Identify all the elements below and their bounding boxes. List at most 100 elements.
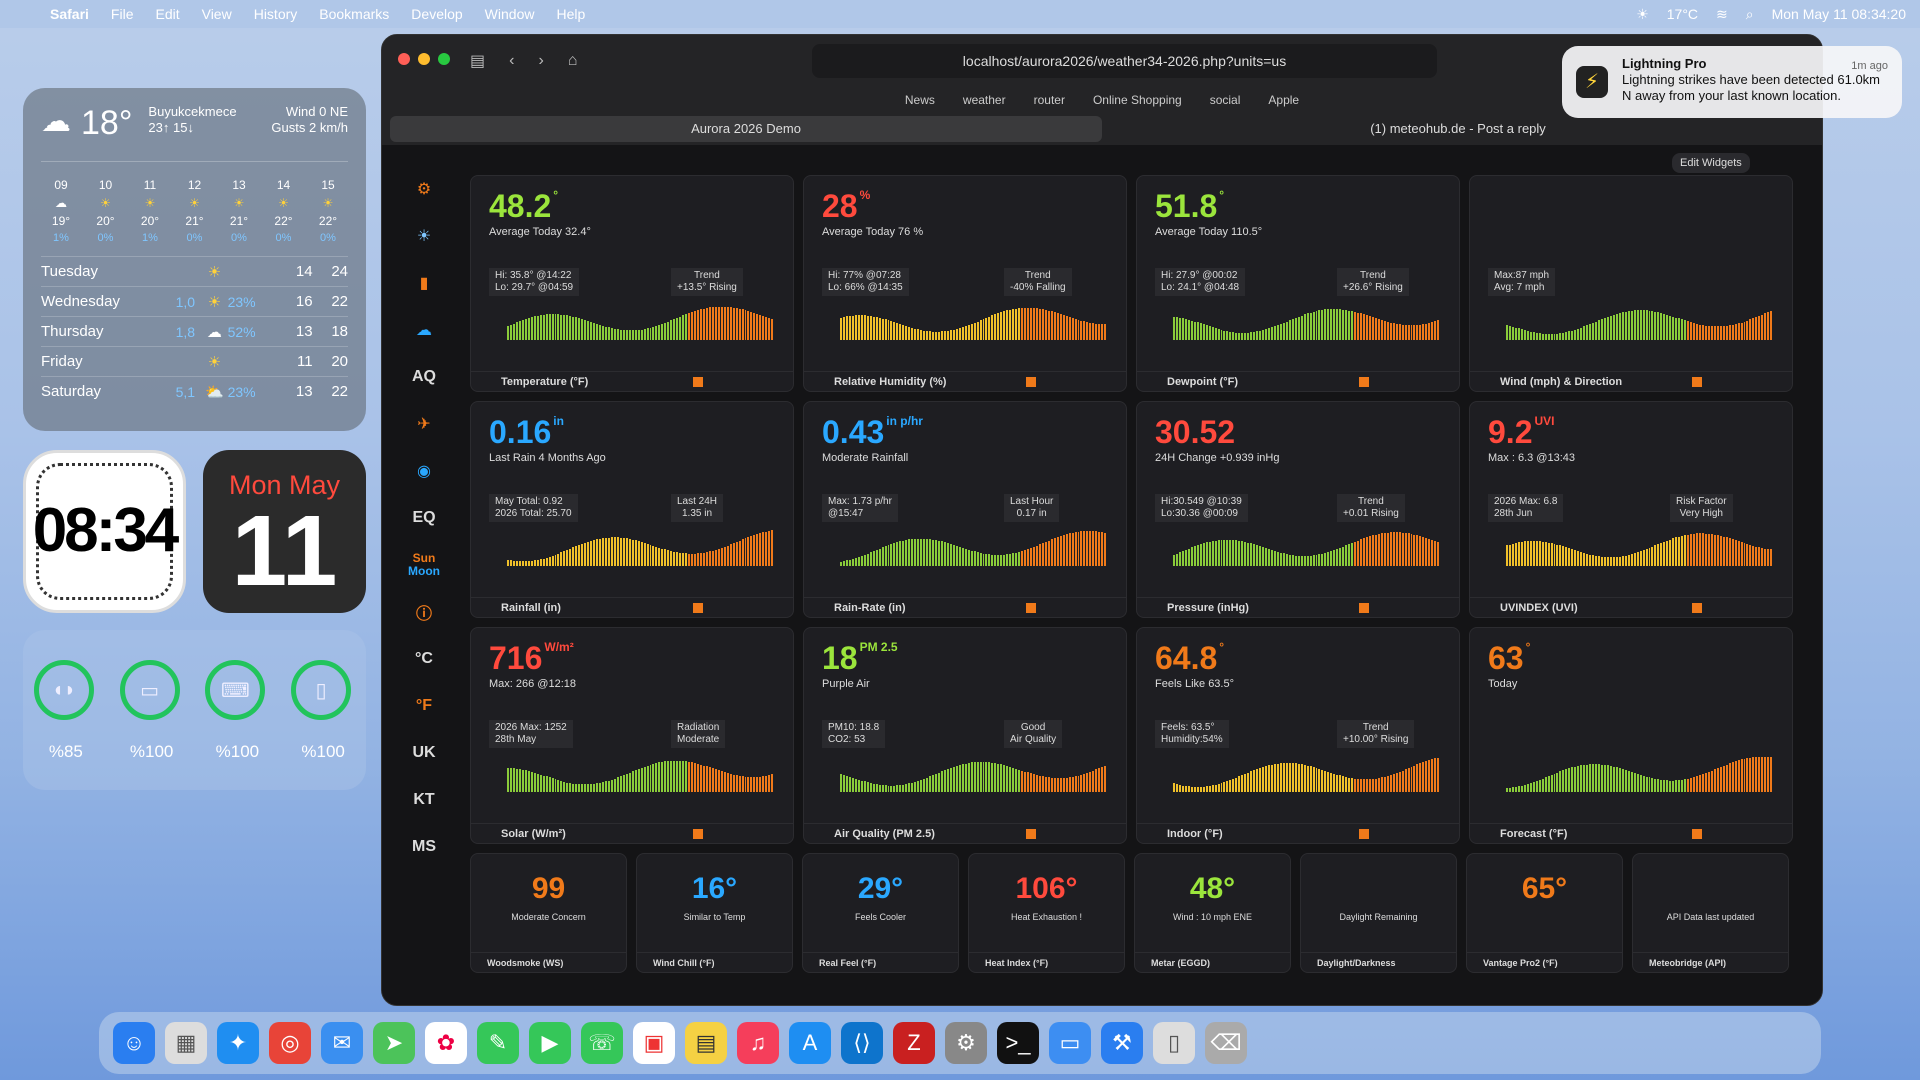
apple-icon[interactable] xyxy=(14,6,28,22)
small-widget-card[interactable]: 48° Wind : 10 mph ENE Metar (EGGD) xyxy=(1134,853,1291,973)
widget-card[interactable]: 18 PM 2.5 Purple Air PM10: 18.8 CO2: 53 Good A… xyxy=(803,627,1127,844)
chrome-icon[interactable]: ◎ xyxy=(269,1022,311,1064)
close-icon[interactable] xyxy=(398,53,410,65)
small-widget-card[interactable]: API Data last updated Meteobridge (API) xyxy=(1632,853,1789,973)
mail-icon[interactable]: ✉ xyxy=(321,1022,363,1064)
messages-icon[interactable]: ✎ xyxy=(477,1022,519,1064)
notes-icon[interactable]: ▤ xyxy=(685,1022,727,1064)
zoom-icon[interactable] xyxy=(438,53,450,65)
trash-icon[interactable]: ⌫ xyxy=(1205,1022,1247,1064)
spark-bar xyxy=(967,762,970,792)
small-widget-card[interactable]: 106° Heat Exhaustion ! Heat Index (°F) xyxy=(968,853,1125,973)
sidebar-ms[interactable]: MS xyxy=(396,823,452,870)
small-widget-card[interactable]: 29° Feels Cooler Real Feel (°F) xyxy=(802,853,959,973)
home-icon[interactable]: ⌂ xyxy=(568,52,578,70)
clock-widget[interactable]: 08:34 xyxy=(23,450,186,613)
widget-card[interactable]: 64.8 ° Feels Like 63.5° Feels: 63.5° Humidit… xyxy=(1136,627,1460,844)
sidebar-sun-moon[interactable]: Sun Moon xyxy=(396,541,452,588)
menu-edit[interactable]: Edit xyxy=(155,6,179,22)
webcam-icon[interactable]: ◉ xyxy=(396,447,452,494)
menubar-datetime[interactable]: Mon May 11 08:34:20 xyxy=(1772,6,1906,22)
widget-card[interactable]: 51.8 ° Average Today 110.5° Hi: 27.9° @00:0… xyxy=(1136,175,1460,392)
small-widget-card[interactable]: 99 Moderate Concern Woodsmoke (WS) xyxy=(470,853,627,973)
menubar-weather[interactable]: 17°C xyxy=(1667,6,1698,22)
spark-bar xyxy=(952,544,955,566)
launchpad-icon[interactable]: ▦ xyxy=(165,1022,207,1064)
small-widget-card[interactable]: Daylight Remaining Daylight/Darkness xyxy=(1300,853,1457,973)
wifi-icon[interactable]: ≋ xyxy=(1716,6,1728,23)
info-icon[interactable]: ⓘ xyxy=(396,588,452,635)
menu-window[interactable]: Window xyxy=(485,6,535,22)
photos-icon[interactable]: ✿ xyxy=(425,1022,467,1064)
filezilla-icon[interactable]: Z xyxy=(893,1022,935,1064)
xcode-icon[interactable]: ⚒ xyxy=(1101,1022,1143,1064)
menu-history[interactable]: History xyxy=(254,6,298,22)
weather-widget[interactable]: ☁ 18° Buyukcekmece 23↑ 15↓ Wind 0 NE Gusts… xyxy=(23,88,366,431)
small-widget-card[interactable]: 16° Similar to Temp Wind Chill (°F) xyxy=(636,853,793,973)
gear-icon[interactable]: ⚙ xyxy=(396,165,452,212)
bookmark-social[interactable]: social xyxy=(1210,93,1241,107)
sidebar-kt[interactable]: KT xyxy=(396,776,452,823)
sidebar-aq[interactable]: AQ xyxy=(396,353,452,400)
edit-widgets-button[interactable]: Edit Widgets xyxy=(1672,153,1750,173)
sidebar-icon[interactable]: ▤ xyxy=(470,51,485,71)
minimize-icon[interactable] xyxy=(418,53,430,65)
bookmark-apple[interactable]: Apple xyxy=(1268,93,1299,107)
finder-icon[interactable]: ☺ xyxy=(113,1022,155,1064)
sun-icon[interactable]: ☀ xyxy=(396,212,452,259)
files-icon[interactable]: ▭ xyxy=(1049,1022,1091,1064)
terminal-icon[interactable]: >_ xyxy=(997,1022,1039,1064)
spark-bar xyxy=(643,766,646,792)
widget-card[interactable]: 0.43 in p/hr Moderate Rainfall Max: 1.73 p/… xyxy=(803,401,1127,618)
search-icon[interactable]: ⌕ xyxy=(1746,6,1754,23)
facetime-icon[interactable]: ▶ xyxy=(529,1022,571,1064)
bookmark-shopping[interactable]: Online Shopping xyxy=(1093,93,1182,107)
menu-app[interactable]: Safari xyxy=(50,6,89,22)
sidebar-fahrenheit[interactable]: °F xyxy=(396,682,452,729)
cloud-icon[interactable]: ☁ xyxy=(396,306,452,353)
small-widget-card[interactable]: 65° Vantage Pro2 (°F) xyxy=(1466,853,1623,973)
tab-aurora[interactable]: Aurora 2026 Demo xyxy=(390,116,1102,142)
spark-bar xyxy=(1603,764,1606,792)
spark-bar xyxy=(1437,757,1440,792)
maps-icon[interactable]: ➤ xyxy=(373,1022,415,1064)
chart-icon[interactable]: ▮ xyxy=(396,259,452,306)
phone-icon[interactable]: ☏ xyxy=(581,1022,623,1064)
widget-card[interactable]: 30.52 24H Change +0.939 inHg Hi:30.549 @10… xyxy=(1136,401,1460,618)
menu-view[interactable]: View xyxy=(202,6,232,22)
batteries-widget[interactable]: ◖◗ %85 ▭ %100 ⌨ %100 ▯ %100 xyxy=(23,630,366,790)
widget-card[interactable]: 48.2 ° Average Today 32.4° Hi: 35.8° @14:22… xyxy=(470,175,794,392)
menu-help[interactable]: Help xyxy=(556,6,585,22)
bookmark-weather[interactable]: weather xyxy=(963,93,1006,107)
address-bar[interactable]: localhost/aurora2026/weather34-2026.php?… xyxy=(812,44,1437,78)
appstore-icon[interactable]: A xyxy=(789,1022,831,1064)
menu-file[interactable]: File xyxy=(111,6,134,22)
downloads-icon[interactable]: ▯ xyxy=(1153,1022,1195,1064)
menu-develop[interactable]: Develop xyxy=(411,6,462,22)
bookmark-news[interactable]: News xyxy=(905,93,935,107)
vscode-icon[interactable]: ⟨⟩ xyxy=(841,1022,883,1064)
spark-bar xyxy=(1071,532,1074,566)
back-icon[interactable]: ‹ xyxy=(509,52,514,70)
tab-meteohub[interactable]: (1) meteohub.de - Post a reply xyxy=(1102,116,1814,142)
menu-bookmarks[interactable]: Bookmarks xyxy=(319,6,389,22)
music-icon[interactable]: ♫ xyxy=(737,1022,779,1064)
forward-icon[interactable]: › xyxy=(538,52,543,70)
safari-icon[interactable]: ✦ xyxy=(217,1022,259,1064)
notification[interactable]: ⚡ Lightning Pro Lightning strikes have b… xyxy=(1562,46,1902,118)
sidebar-celsius[interactable]: °C xyxy=(396,635,452,682)
bookmark-router[interactable]: router xyxy=(1034,93,1065,107)
widget-card[interactable]: 63 ° Today Forecast (°F) xyxy=(1469,627,1793,844)
calendar-app-icon[interactable]: ▣ xyxy=(633,1022,675,1064)
settings-icon[interactable]: ⚙ xyxy=(945,1022,987,1064)
sidebar-eq[interactable]: EQ xyxy=(396,494,452,541)
widget-card[interactable]: 9.2 UVI Max : 6.3 @13:43 2026 Max: 6.8 28th … xyxy=(1469,401,1793,618)
plane-icon[interactable]: ✈ xyxy=(396,400,452,447)
sidebar-uk[interactable]: UK xyxy=(396,729,452,776)
widget-card[interactable]: 0.16 in Last Rain 4 Months Ago May Total: 0… xyxy=(470,401,794,618)
calendar-widget[interactable]: Mon May 11 xyxy=(203,450,366,613)
widget-card[interactable]: Max:87 mph Avg: 7 mph Wind (mph) & Directi… xyxy=(1469,175,1793,392)
widget-card[interactable]: 716 W/m² Max: 266 @12:18 2026 Max: 1252 28th… xyxy=(470,627,794,844)
spark-bar xyxy=(1690,322,1693,340)
widget-card[interactable]: 28% Average Today 76 % Hi: 77% @07:28 Lo: 6… xyxy=(803,175,1127,392)
